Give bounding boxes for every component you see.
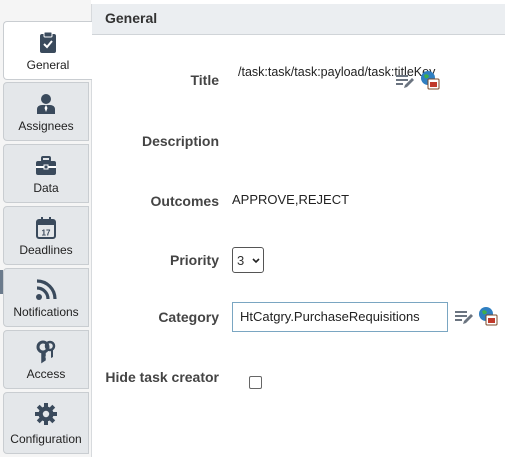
scroll-marker [0, 270, 3, 294]
browse-globe-icon[interactable] [420, 70, 440, 90]
description-label: Description [141, 133, 219, 149]
rss-icon [36, 279, 57, 300]
tab-notifications[interactable]: Notifications [3, 268, 89, 327]
tab-rail: General Assignees Data 17 Deadlines Noti… [0, 0, 92, 457]
edit-expression-icon[interactable] [394, 71, 414, 91]
tab-deadlines[interactable]: 17 Deadlines [3, 206, 89, 265]
tab-label: Notifications [13, 305, 79, 319]
tab-general[interactable]: General [3, 21, 92, 80]
hide-creator-checkbox[interactable] [249, 376, 262, 389]
tab-configuration[interactable]: Configuration [3, 392, 89, 454]
user-icon [37, 94, 55, 114]
clipboard-check-icon [40, 31, 56, 53]
gear-icon [35, 403, 57, 425]
tab-assignees[interactable]: Assignees [3, 82, 89, 141]
tab-label: Data [33, 181, 59, 195]
tab-data[interactable]: Data [3, 144, 89, 203]
tab-label: Deadlines [19, 243, 73, 257]
title-label: Title [190, 72, 219, 88]
edit-expression-icon[interactable] [453, 307, 473, 327]
title-value: /task:task/task:payload/task:titleKey [238, 65, 436, 79]
tab-label: Assignees [18, 119, 74, 133]
keys-icon [36, 340, 56, 364]
tab-label: General [26, 58, 70, 72]
category-label: Category [158, 309, 219, 325]
outcomes-value: APPROVE,REJECT [232, 192, 350, 207]
briefcase-icon [36, 156, 56, 175]
panel-title: General [105, 10, 158, 26]
chevron-down-icon [252, 258, 260, 264]
calendar-day-number: 17 [42, 229, 51, 238]
category-input[interactable]: HtCatgry.PurchaseRequisitions [232, 302, 448, 332]
calendar-icon: 17 [36, 217, 56, 239]
priority-value: 3 [237, 253, 245, 268]
panel-header: General [92, 4, 505, 35]
hide-creator-label: Hide task creator [105, 369, 219, 385]
tab-label: Configuration [10, 432, 82, 446]
priority-select[interactable]: 3 [232, 247, 264, 273]
priority-label: Priority [169, 252, 219, 268]
browse-globe-icon[interactable] [478, 306, 498, 326]
outcomes-label: Outcomes [150, 193, 219, 209]
